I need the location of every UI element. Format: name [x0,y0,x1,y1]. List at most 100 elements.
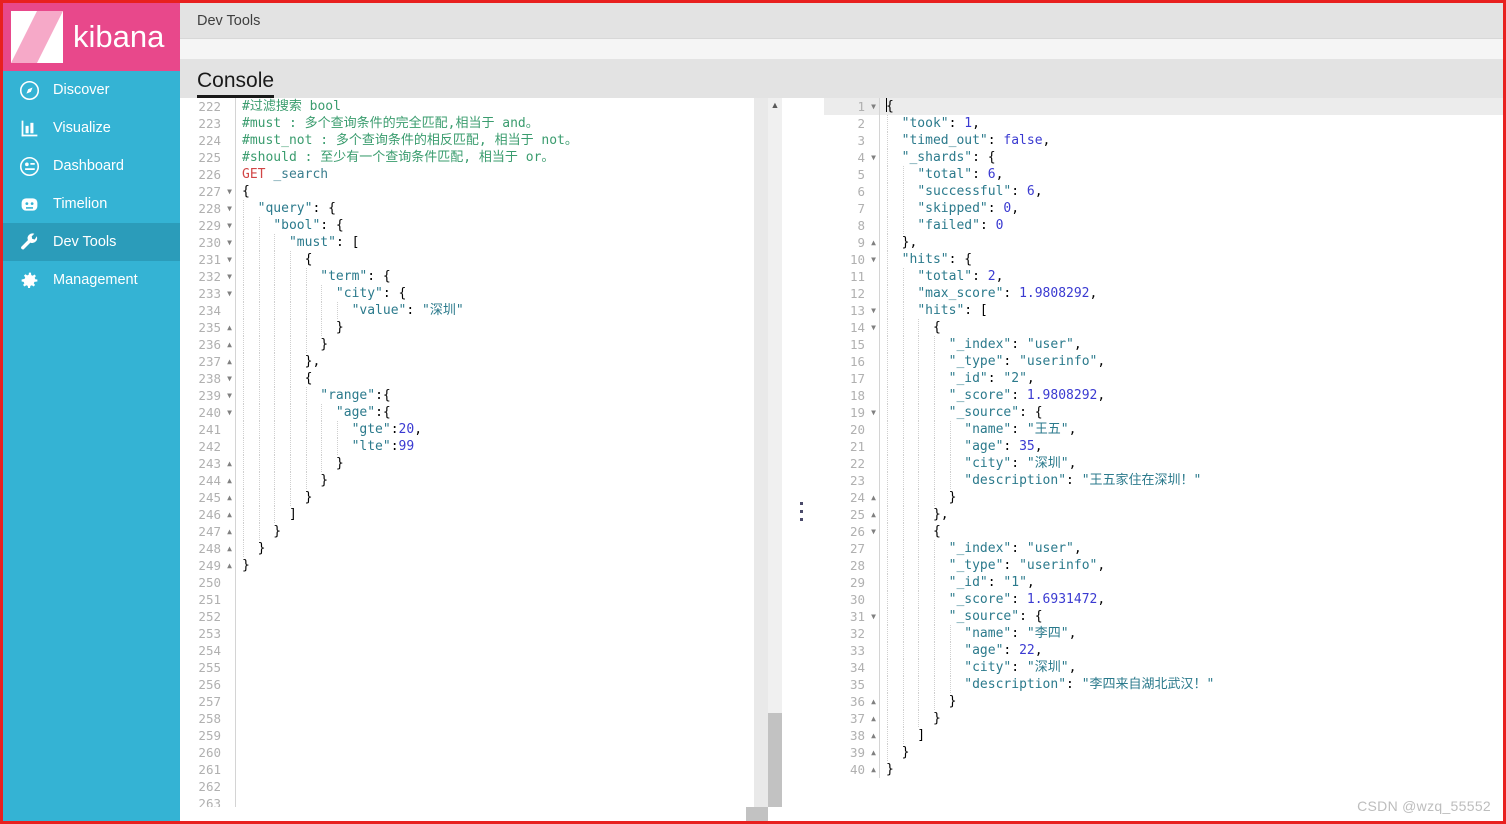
indent-guide [902,540,904,557]
code-token: "must" [288,235,336,250]
kibana-logo[interactable]: kibana [3,3,180,71]
fold-toggle-icon[interactable]: ▼ [868,319,879,336]
indent-guide [949,676,951,693]
fold-toggle-icon[interactable]: ▼ [224,370,235,387]
fold-toggle-icon[interactable]: ▼ [868,404,879,421]
scroll-up-icon[interactable]: ▲ [768,98,782,112]
line-number: 31 [849,609,865,624]
editor-line: 39 ▲ } [824,744,1503,761]
indent-guide [902,727,904,744]
fold-toggle-icon[interactable]: ▲ [224,489,235,506]
fold-toggle-icon[interactable]: ▼ [868,523,879,540]
code-token: , [1034,184,1043,199]
line-number: 7 [857,201,865,216]
fold-toggle-icon[interactable]: ▲ [868,506,879,523]
line-number: 11 [849,269,865,284]
fold-toggle-icon[interactable]: ▲ [224,540,235,557]
tab-console[interactable]: Console [197,70,275,98]
request-editor-hscrollbar[interactable] [180,807,782,821]
line-number: 9 [857,235,865,250]
indent-guide [274,336,276,353]
indent-guide [918,659,920,676]
indent-guide [902,166,904,183]
line-number: 237 [198,354,221,369]
request-hscrollbar-thumb[interactable] [746,807,768,821]
sidebar-item-dev-tools[interactable]: Dev Tools [3,223,180,261]
sidebar-item-timelion[interactable]: Timelion [3,185,180,223]
fold-toggle-icon[interactable]: ▼ [868,251,879,268]
code-token: 1 [964,116,973,131]
indent-guide [887,251,888,268]
code-line: "hits": { [880,251,1503,268]
resizer-grip-icon[interactable] [800,502,804,524]
line-number: 238 [198,371,221,386]
fold-toggle-icon[interactable]: ▼ [224,285,235,302]
fold-toggle-icon[interactable]: ▲ [224,455,235,472]
fold-toggle-icon[interactable]: ▲ [868,761,879,778]
code-token: "_score" [948,592,1012,607]
fold-toggle-icon[interactable]: ▼ [224,183,235,200]
fold-toggle-icon[interactable]: ▲ [224,472,235,489]
fold-toggle-icon[interactable]: ▼ [224,234,235,251]
editor-line: 245 ▲ } [180,489,782,506]
fold-toggle-icon[interactable]: ▼ [224,387,235,404]
indent-guide [887,319,888,336]
indent-guide [902,336,904,353]
indent-guide [933,421,935,438]
fold-toggle-icon[interactable]: ▼ [868,149,879,166]
line-number: 226 [198,167,221,182]
fold-toggle-icon[interactable]: ▼ [868,302,879,319]
indent-guide [933,574,935,591]
fold-toggle-icon[interactable]: ▲ [224,353,235,370]
fold-toggle-icon[interactable]: ▲ [868,234,879,251]
sidebar-item-dashboard[interactable]: Dashboard [3,147,180,185]
console-request-editor[interactable]: 222 #过滤搜索 bool 223 #must : 多个查询条件的完全匹配,相当于 … [180,98,782,821]
request-editor-scrollbar[interactable]: ▲ [768,98,782,821]
sidebar-item-label: Visualize [53,120,111,136]
fold-toggle-icon[interactable]: ▼ [224,251,235,268]
code-token: : [972,167,988,182]
pane-resizer[interactable] [782,98,824,821]
fold-toggle-icon[interactable]: ▲ [224,506,235,523]
indent-guide [321,285,323,302]
fold-toggle-icon[interactable]: ▲ [224,557,235,574]
fold-toggle-icon[interactable]: ▲ [224,319,235,336]
fold-toggle-icon[interactable]: ▼ [224,268,235,285]
line-number: 14 [849,320,865,335]
code-line: "name": "王五", [880,421,1503,438]
editor-line: 232 ▼ "term": { [180,268,782,285]
editor-line: 13 ▼ "hits": [ [824,302,1503,319]
line-number: 245 [198,490,221,505]
fold-toggle-icon[interactable]: ▼ [224,404,235,421]
code-line: { [236,251,782,268]
sidebar-item-discover[interactable]: Discover [3,71,180,109]
code-token: "_type" [948,558,1004,573]
sidebar-item-visualize[interactable]: Visualize [3,109,180,147]
indent-guide [887,421,888,438]
code-token: ] [886,728,926,743]
fold-toggle-icon[interactable]: ▲ [224,336,235,353]
fold-toggle-icon[interactable]: ▲ [868,489,879,506]
editor-line: 256 [180,676,782,693]
fold-toggle-icon[interactable]: ▲ [868,744,879,761]
editor-line: 249 ▲} [180,557,782,574]
fold-toggle-icon[interactable]: ▲ [868,710,879,727]
code-line: "_score": 1.6931472, [880,591,1503,608]
code-token: 0 [995,218,1004,233]
fold-toggle-icon[interactable]: ▲ [868,693,879,710]
code-token: : [ [335,235,360,250]
fold-toggle-icon[interactable]: ▼ [224,217,235,234]
fold-toggle-icon[interactable]: ▼ [868,608,879,625]
fold-toggle-icon[interactable]: ▼ [868,98,879,115]
fold-toggle-icon[interactable]: ▲ [868,727,879,744]
fold-toggle-icon[interactable]: ▲ [224,523,235,540]
code-token: : [390,422,399,437]
indent-guide [902,591,904,608]
indent-guide [902,319,904,336]
sidebar-item-management[interactable]: Management [3,261,180,299]
fold-toggle-icon[interactable]: ▼ [224,200,235,217]
line-number: 255 [198,660,221,675]
console-response-viewer[interactable]: 1 ▼{2 "took": 1, 3 "timed_out": false, 4 ▼ "… [824,98,1503,821]
code-line: { [880,319,1503,336]
code-token: , [1097,354,1106,369]
